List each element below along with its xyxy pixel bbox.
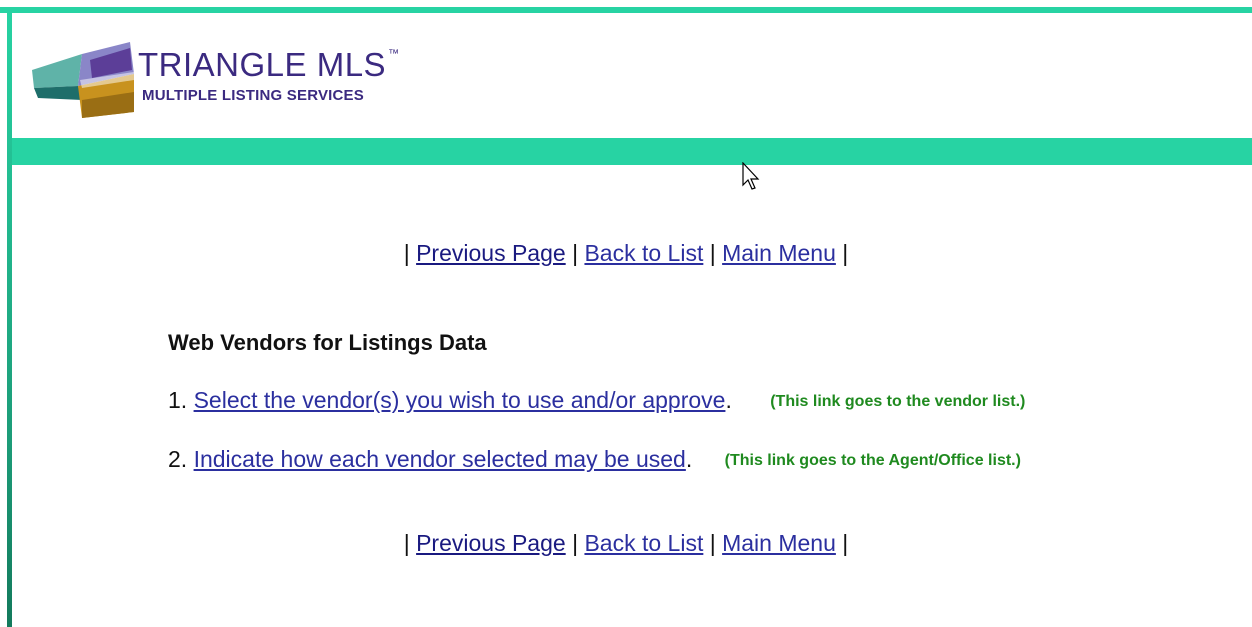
select-vendors-link[interactable]: Select the vendor(s) you wish to use and… — [194, 387, 726, 413]
mouse-cursor-icon — [742, 162, 760, 190]
nav-separator: | — [572, 240, 579, 266]
nav-separator: | — [403, 240, 410, 266]
nav-separator: | — [709, 530, 716, 556]
logo-mark-icon — [32, 42, 134, 118]
header-band — [12, 138, 1252, 165]
list-item: 2. Indicate how each vendor selected may… — [168, 446, 1021, 473]
list-item: 1. Select the vendor(s) you wish to use … — [168, 387, 1025, 414]
item-punctuation: . — [685, 446, 693, 472]
agent-office-list-note: (This link goes to the Agent/Office list… — [724, 452, 1021, 469]
previous-page-link[interactable]: Previous Page — [416, 530, 566, 556]
nav-separator: | — [842, 240, 849, 266]
item-number: 1. — [168, 387, 188, 413]
top-border — [0, 7, 1252, 13]
triangle-mls-logo: TRIANGLE MLS ™ MULTIPLE LISTING SERVICES — [30, 40, 420, 120]
item-punctuation: . — [725, 387, 732, 413]
nav-separator: | — [842, 530, 849, 556]
vendor-list-note: (This link goes to the vendor list.) — [770, 393, 1026, 410]
main-menu-link[interactable]: Main Menu — [722, 240, 836, 266]
nav-separator: | — [709, 240, 716, 266]
trademark-symbol: ™ — [388, 48, 400, 60]
page-title: Web Vendors for Listings Data — [168, 330, 487, 355]
logo-title: TRIANGLE MLS ™ — [138, 46, 400, 83]
item-number: 2. — [168, 446, 188, 472]
logo-subtitle: MULTIPLE LISTING SERVICES — [142, 87, 364, 104]
bottom-navigation: | Previous Page | Back to List | Main Me… — [0, 530, 1252, 557]
nav-separator: | — [572, 530, 579, 556]
back-to-list-link[interactable]: Back to List — [584, 530, 703, 556]
previous-page-link[interactable]: Previous Page — [416, 240, 566, 266]
nav-separator: | — [403, 530, 410, 556]
main-menu-link[interactable]: Main Menu — [722, 530, 836, 556]
indicate-usage-link[interactable]: Indicate how each vendor selected may be… — [194, 446, 686, 472]
top-navigation: | Previous Page | Back to List | Main Me… — [0, 240, 1252, 267]
back-to-list-link[interactable]: Back to List — [584, 240, 703, 266]
